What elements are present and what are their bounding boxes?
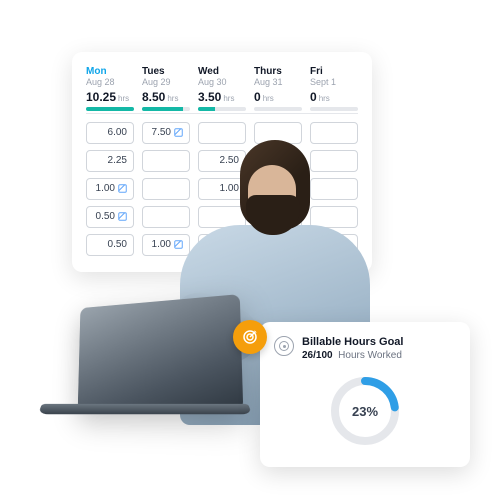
day-name: Tues (142, 66, 190, 77)
day-date: Aug 29 (142, 77, 190, 88)
timesheet-day-header[interactable]: Mon Aug 28 10.25 hrs (86, 66, 134, 111)
day-date: Aug 30 (198, 77, 246, 88)
hours-unit: hrs (167, 94, 178, 103)
day-name: Fri (310, 66, 358, 77)
hours-unit: hrs (319, 94, 330, 103)
progress-ring: 23% (325, 371, 405, 451)
hours-unit: hrs (263, 94, 274, 103)
day-total: 8.50 (142, 90, 165, 104)
day-name: Wed (198, 66, 246, 77)
timesheet-day-header[interactable]: Fri Sept 1 0 hrs (310, 66, 358, 111)
timesheet-header: Mon Aug 28 10.25 hrs Tues Aug 29 8.50 hr… (86, 66, 358, 114)
day-date: Aug 28 (86, 77, 134, 88)
timesheet-day-header[interactable]: Tues Aug 29 8.50 hrs (142, 66, 190, 111)
laptop-illustration (40, 300, 270, 450)
goal-subtitle: 26/100 Hours Worked (302, 350, 403, 361)
goal-title: Billable Hours Goal (302, 336, 403, 349)
day-name: Mon (86, 66, 134, 77)
timesheet-day-header[interactable]: Thurs Aug 31 0 hrs (254, 66, 302, 111)
billable-goal-card: Billable Hours Goal 26/100 Hours Worked … (260, 322, 470, 467)
timesheet-day-header[interactable]: Wed Aug 30 3.50 hrs (198, 66, 246, 111)
day-date: Aug 31 (254, 77, 302, 88)
hours-unit: hrs (223, 94, 234, 103)
target-icon (274, 336, 294, 356)
day-total: 0 (254, 90, 261, 104)
hours-unit: hrs (118, 94, 129, 103)
day-name: Thurs (254, 66, 302, 77)
day-total: 3.50 (198, 90, 221, 104)
day-total: 0 (310, 90, 317, 104)
day-total: 10.25 (86, 90, 116, 104)
day-date: Sept 1 (310, 77, 358, 88)
target-badge-icon (233, 320, 267, 354)
progress-percent: 23% (325, 371, 405, 451)
